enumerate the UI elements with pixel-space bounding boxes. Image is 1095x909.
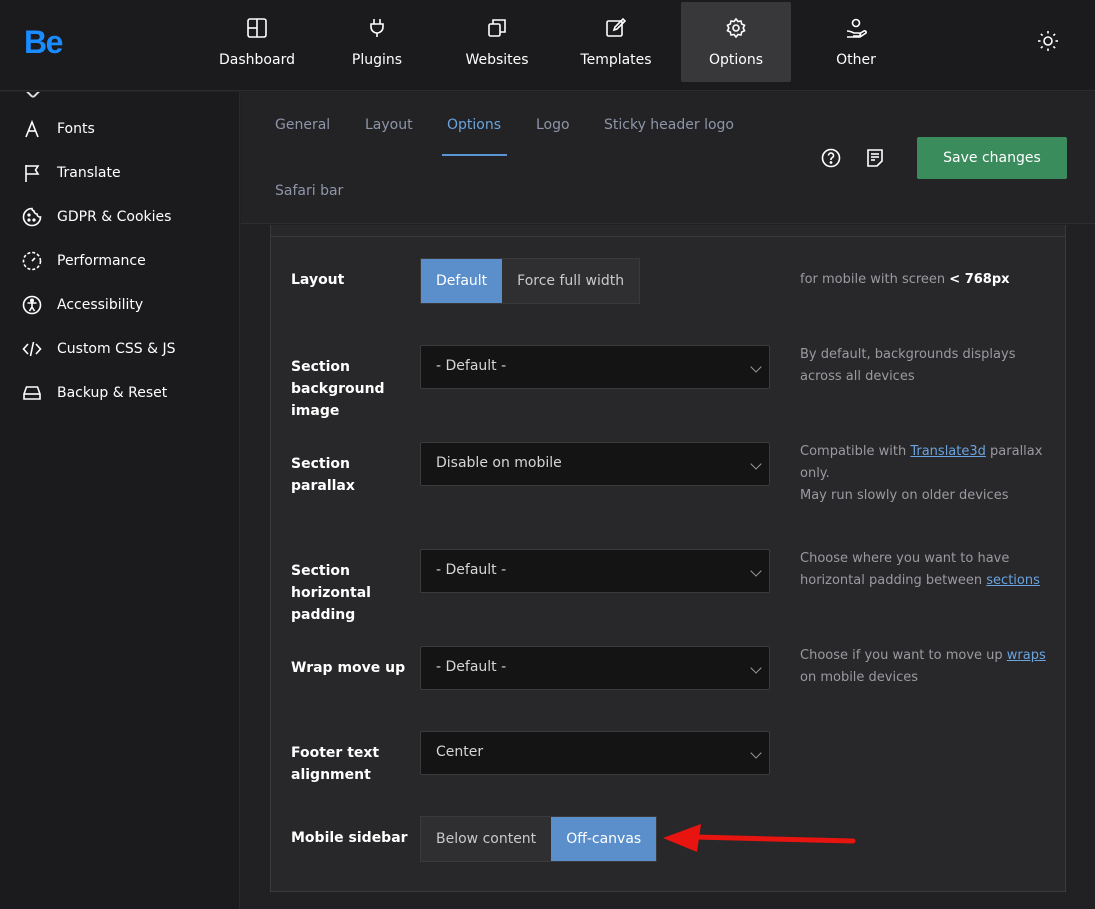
nav-label: Websites <box>465 52 529 68</box>
logo[interactable]: Be <box>24 24 63 61</box>
parallax-label: Section parallax <box>291 456 355 494</box>
translate3d-link[interactable]: Translate3d <box>910 444 986 459</box>
mobile-sidebar-toggle: Below content Off-canvas <box>420 816 658 862</box>
parallax-description: Compatible with Translate3d parallax onl… <box>800 444 1043 503</box>
sidebar-item-gdpr[interactable]: GDPR & Cookies <box>0 198 239 238</box>
footer-align-label: Footer text alignment <box>291 745 380 783</box>
wrap-move-description: Choose if you want to move up wraps on m… <box>800 648 1046 685</box>
h-padding-description: Choose where you want to have horizontal… <box>800 551 1040 588</box>
gauge-icon <box>22 251 42 271</box>
sidebar-item-label: Accessibility <box>57 297 144 313</box>
tab-options[interactable]: Options <box>447 117 501 133</box>
sidebar-item-label: GDPR & Cookies <box>57 209 172 225</box>
sidebar-item-performance[interactable]: Performance <box>0 242 239 282</box>
panel-divider <box>271 225 1065 237</box>
bg-image-label: Section background image <box>291 359 385 419</box>
bg-image-description: By default, backgrounds displays across … <box>800 347 1016 384</box>
nav-other[interactable]: Other <box>801 2 911 82</box>
sidebar: Fonts Translate GDPR & Cookies Performan… <box>0 92 240 909</box>
sidebar-item-label: Backup & Reset <box>57 385 168 401</box>
hand-user-icon <box>846 18 867 38</box>
nav-plugins[interactable]: Plugins <box>322 2 432 82</box>
tab-general[interactable]: General <box>275 117 330 133</box>
cookie-icon <box>22 207 42 227</box>
select-value: - Default - <box>436 562 507 578</box>
nav-templates[interactable]: Templates <box>561 2 671 82</box>
plug-icon <box>370 19 384 37</box>
partial-icon <box>23 92 43 99</box>
nav-label: Options <box>708 52 764 68</box>
nav-label: Dashboard <box>219 52 295 68</box>
off-canvas-option[interactable]: Off-canvas <box>551 817 657 861</box>
layout-full-width-option[interactable]: Force full width <box>502 259 640 303</box>
tab-safari-bar[interactable]: Safari bar <box>275 183 343 199</box>
h-padding-select[interactable]: - Default - <box>420 549 770 593</box>
accessibility-icon <box>22 295 42 315</box>
sidebar-item-label: Fonts <box>57 121 95 137</box>
nav-dashboard[interactable]: Dashboard <box>202 2 312 82</box>
sidebar-item-fonts[interactable]: Fonts <box>0 110 239 150</box>
wrap-move-select[interactable]: - Default - <box>420 646 770 690</box>
sidebar-item-label: Performance <box>57 253 146 269</box>
select-value: Center <box>436 744 484 760</box>
top-bar: Be Dashboard Plugins Websites Templates … <box>0 0 1095 91</box>
select-value: - Default - <box>436 659 507 675</box>
tab-logo[interactable]: Logo <box>536 117 570 133</box>
sidebar-item-custom-code[interactable]: Custom CSS & JS <box>0 330 239 370</box>
tabs-header: General Layout Options Logo Sticky heade… <box>241 92 1095 224</box>
help-icon[interactable] <box>821 148 841 168</box>
gear-icon <box>726 17 746 39</box>
below-content-option[interactable]: Below content <box>421 817 552 861</box>
tab-sticky-header-logo[interactable]: Sticky header logo <box>604 117 734 133</box>
sidebar-item-label: Translate <box>57 165 121 181</box>
sun-icon[interactable] <box>1037 30 1059 52</box>
sections-link[interactable]: sections <box>986 573 1040 588</box>
grid-icon <box>247 18 267 38</box>
footer-align-select[interactable]: Center <box>420 731 770 775</box>
layout-description: for mobile with screen < 768px <box>800 272 1010 287</box>
wrap-move-label: Wrap move up <box>291 660 406 676</box>
chevron-down-icon <box>750 747 762 759</box>
chevron-down-icon <box>750 662 762 674</box>
layout-label: Layout <box>291 272 345 288</box>
sidebar-item-backup[interactable]: Backup & Reset <box>0 374 239 414</box>
notes-icon[interactable] <box>865 148 885 168</box>
select-value: Disable on mobile <box>436 455 562 471</box>
nav-label: Plugins <box>351 52 403 68</box>
select-value: - Default - <box>436 358 507 374</box>
sidebar-item-translate[interactable]: Translate <box>0 154 239 194</box>
bg-image-select[interactable]: - Default - <box>420 345 770 389</box>
font-icon <box>25 119 39 138</box>
nav-label: Templates <box>580 52 652 68</box>
sidebar-item-label: Custom CSS & JS <box>57 341 176 357</box>
code-icon <box>22 341 42 357</box>
copy-icon <box>488 19 506 37</box>
h-padding-label: Section horizontal padding <box>291 563 371 623</box>
edit-icon <box>606 17 627 37</box>
tab-layout[interactable]: Layout <box>365 117 413 133</box>
mobile-sidebar-label: Mobile sidebar <box>291 830 408 846</box>
chevron-down-icon <box>750 458 762 470</box>
annotation-arrow <box>663 824 856 852</box>
wraps-link[interactable]: wraps <box>1007 648 1046 663</box>
save-button[interactable]: Save changes <box>917 137 1067 179</box>
flag-icon <box>25 165 40 182</box>
nav-websites[interactable]: Websites <box>442 2 552 82</box>
options-panel: Layout Default Force full width for mobi… <box>270 225 1066 892</box>
drive-icon <box>23 386 41 400</box>
parallax-select[interactable]: Disable on mobile <box>420 442 770 486</box>
chevron-down-icon <box>750 361 762 373</box>
nav-options[interactable]: Options <box>681 2 791 82</box>
sidebar-item-accessibility[interactable]: Accessibility <box>0 286 239 326</box>
active-tab-underline <box>442 154 507 156</box>
layout-default-option[interactable]: Default <box>421 259 503 303</box>
nav-label: Other <box>836 52 876 68</box>
layout-toggle: Default Force full width <box>420 258 641 304</box>
chevron-down-icon <box>750 565 762 577</box>
